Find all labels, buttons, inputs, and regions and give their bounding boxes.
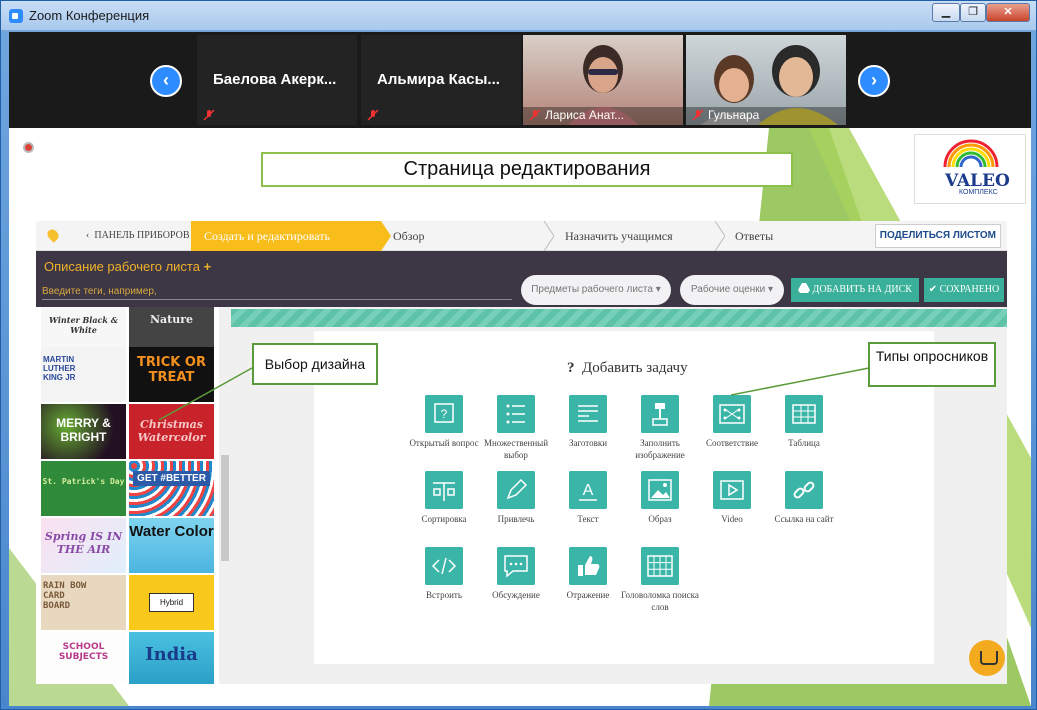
zoom-window: Zoom Конференция ▁ ❐ ✕ ‹ Баелова Акерк..… bbox=[0, 0, 1037, 710]
participant-name: Гульнара bbox=[708, 108, 760, 122]
window-title: Zoom Конференция bbox=[29, 8, 150, 23]
shared-screen-slide: Страница редактирования VALEO КОМПЛЕКС ‹… bbox=[9, 128, 1031, 706]
next-participants-button[interactable]: › bbox=[858, 65, 890, 97]
muted-mic-icon bbox=[529, 109, 541, 121]
minimize-button[interactable]: ▁ bbox=[932, 3, 960, 22]
participant-video-tile[interactable]: Лариса Анат... bbox=[523, 35, 683, 125]
participant-tile[interactable]: Альмира Касы... bbox=[361, 35, 521, 125]
muted-mic-icon bbox=[692, 109, 704, 121]
participant-name: Альмира Касы... bbox=[377, 71, 500, 88]
participant-name: Баелова Акерк... bbox=[213, 71, 337, 88]
prev-participants-button[interactable]: ‹ bbox=[150, 65, 182, 97]
title-bar: Zoom Конференция ▁ ❐ ✕ bbox=[1, 1, 1036, 31]
participant-name: Лариса Анат... bbox=[545, 108, 625, 122]
callout-question-types: Типы опросников bbox=[868, 342, 996, 387]
callout-connectors bbox=[158, 367, 870, 421]
participant-video-tile[interactable]: Гульнара bbox=[686, 35, 846, 125]
muted-mic-icon bbox=[203, 109, 215, 121]
restore-button[interactable]: ❐ bbox=[960, 3, 986, 22]
zoom-app-icon bbox=[9, 9, 23, 23]
participant-strip: ‹ Баелова Акерк... Альмира Касы... Ларис… bbox=[9, 32, 1031, 128]
close-button[interactable]: ✕ bbox=[986, 3, 1030, 22]
muted-mic-icon bbox=[367, 109, 379, 121]
chat-support-button[interactable] bbox=[969, 640, 1005, 676]
participant-tile[interactable]: Баелова Акерк... bbox=[197, 35, 357, 125]
callout-design-choice: Выбор дизайна bbox=[252, 343, 378, 385]
